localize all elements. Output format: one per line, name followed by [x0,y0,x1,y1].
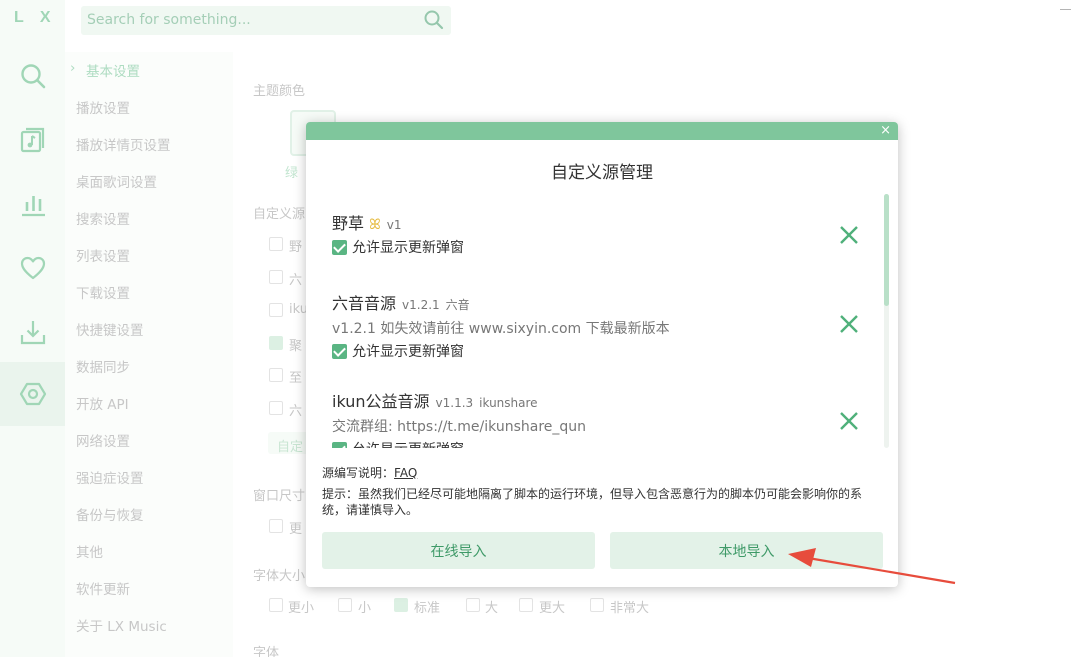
source-author: ikunshare [479,396,538,410]
source-list: 野草 ꕤ v1 允许显示更新弹窗 六音音源 v1.2.1 六音 v1.2.1 如失效请… [306,194,886,448]
doc-label: 源编写说明： [322,466,395,480]
source-item: 野草 ꕤ v1 允许显示更新弹窗 [332,210,852,257]
source-item: ikun公益音源 v1.1.3 ikunshare 交流群组: https://t.… [332,388,852,448]
scrollbar-thumb[interactable] [884,194,889,306]
allow-update-popup[interactable]: 允许显示更新弹窗 [332,341,852,361]
custom-source-dialog: × 自定义源管理 野草 ꕤ v1 允许显示更新弹窗 六音音源 v1.2.1 六音 v1… [306,122,898,587]
allow-update-popup-label: 允许显示更新弹窗 [352,240,464,256]
source-version: v1 [386,218,402,232]
grass-icon: ꕤ [369,217,381,233]
source-version: v1.2.1 [402,298,440,312]
doc-note: 源编写说明：FAQ [322,465,882,481]
source-name: ikun公益音源 [332,392,430,411]
source-name: 六音音源 [332,294,397,313]
allow-update-popup-label: 允许显示更新弹窗 [352,344,464,360]
dialog-title: 自定义源管理 [551,163,653,183]
source-author: 六音 [445,298,470,312]
source-item: 六音音源 v1.2.1 六音 v1.2.1 如失效请前往 www.sixyin.co… [332,290,852,361]
local-import-button[interactable]: 本地导入 [610,532,883,569]
source-list-scrollbar[interactable] [884,194,889,448]
dialog-header-bar: × [306,122,898,140]
delete-source-icon[interactable] [838,410,860,432]
source-name: 野草 [332,214,365,233]
delete-source-icon[interactable] [838,224,860,246]
faq-link[interactable]: FAQ [394,466,417,480]
delete-source-icon[interactable] [838,313,860,335]
allow-update-popup[interactable]: 允许显示更新弹窗 [332,439,852,448]
source-version: v1.1.3 [435,396,474,410]
close-icon[interactable]: × [880,123,891,139]
checkbox-checked[interactable] [332,239,347,255]
allow-update-popup-label: 允许显示更新弹窗 [352,439,464,448]
checkbox-checked[interactable] [332,441,347,448]
allow-update-popup[interactable]: 允许显示更新弹窗 [332,237,852,257]
checkbox-checked[interactable] [332,343,347,359]
source-description: v1.2.1 如失效请前往 www.sixyin.com 下载最新版本 [332,321,670,337]
security-tip: 提示：虽然我们已经尽可能地隔离了脚本的运行环境，但导入包含恶意行为的脚本仍可能会… [322,487,863,517]
source-description: 交流群组: https://t.me/ikunshare_qun [332,419,587,435]
online-import-button[interactable]: 在线导入 [322,532,595,569]
